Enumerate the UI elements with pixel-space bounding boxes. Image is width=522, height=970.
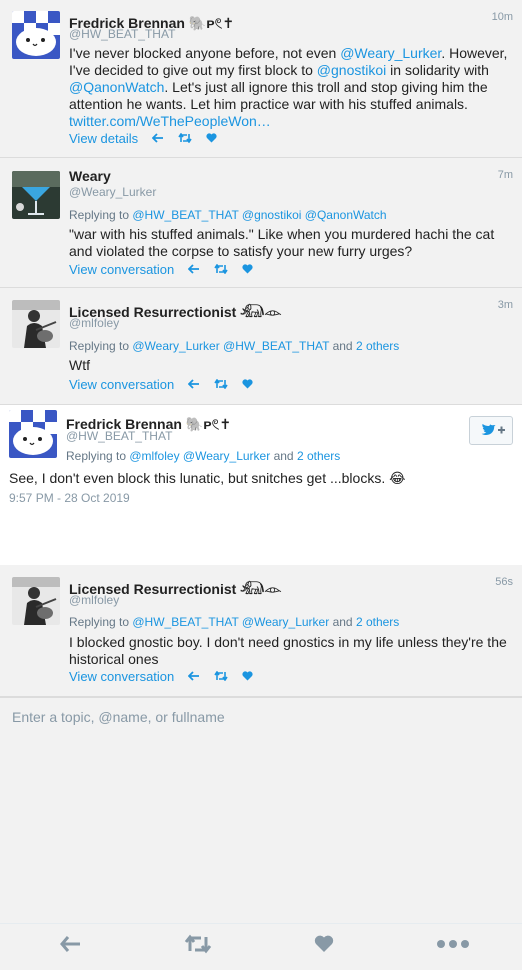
retweet-icon[interactable] [214, 378, 228, 392]
timestamp[interactable]: 7m [498, 169, 513, 181]
reply-others-link[interactable]: 2 others [297, 449, 340, 463]
tweet-actions: View conversation [69, 669, 253, 684]
user-handle[interactable]: @mlfoley [69, 316, 119, 330]
heart-icon[interactable] [242, 378, 253, 392]
tweet-text: I blocked gnostic boy. I don't need gnos… [69, 634, 507, 667]
more-icon[interactable] [436, 934, 470, 960]
display-name[interactable]: Weary [69, 168, 111, 184]
avatar[interactable] [9, 410, 57, 458]
tweet-card[interactable]: Fredrick Brennan 🐘ᴘ𓏲✝ @HW_BEAT_THAT 10m … [0, 0, 522, 158]
reply-others-link[interactable]: 2 others [356, 615, 399, 629]
tweet-text-part: I've never blocked anyone before, not ev… [69, 45, 341, 61]
heart-icon[interactable] [206, 132, 217, 146]
reply-mentions[interactable]: @HW_BEAT_THAT @gnostikoi @QanonWatch [132, 208, 386, 222]
replying-to: Replying to @Weary_Lurker @HW_BEAT_THAT … [69, 339, 399, 353]
tweet-card[interactable]: Licensed Resurrectionist 𓃰𓁹 @mlfoley 3m … [0, 288, 522, 405]
replying-to-and: and [329, 339, 356, 353]
reply-icon[interactable] [187, 670, 200, 684]
replying-to-prefix: Replying to [69, 208, 133, 222]
reply-mentions[interactable]: @HW_BEAT_THAT @Weary_Lurker [132, 615, 329, 629]
view-conversation-link[interactable]: View conversation [69, 669, 174, 684]
avatar[interactable] [12, 577, 60, 625]
reply-others-link[interactable]: 2 others [356, 339, 399, 353]
tweet-text: See, I don't even block this lunatic, bu… [9, 470, 406, 486]
tweet-action-bar [0, 923, 522, 970]
user-handle[interactable]: @mlfoley [69, 593, 119, 607]
search-input[interactable]: Enter a topic, @name, or fullname [12, 709, 225, 725]
heart-icon[interactable] [242, 670, 253, 684]
replying-to: Replying to @HW_BEAT_THAT @Weary_Lurker … [69, 615, 399, 629]
tweet-text: I've never blocked anyone before, not ev… [69, 45, 510, 130]
tweet-card[interactable]: Licensed Resurrectionist 𓃰𓁹 @mlfoley 56s… [0, 565, 522, 697]
expanded-tweet: Fredrick Brennan 🐘ᴘ𓏲✝ @HW_BEAT_THAT Repl… [0, 405, 522, 954]
reply-icon[interactable] [59, 934, 83, 960]
user-handle[interactable]: @HW_BEAT_THAT [69, 27, 175, 41]
mention-link[interactable]: @QanonWatch [69, 79, 164, 95]
view-conversation-link[interactable]: View conversation [69, 377, 174, 392]
heart-icon[interactable] [314, 934, 334, 960]
twitter-bird-plus-icon [478, 422, 506, 443]
retweet-icon[interactable] [178, 132, 192, 146]
heart-icon[interactable] [242, 263, 253, 277]
timestamp[interactable]: 56s [495, 576, 513, 588]
reply-icon[interactable] [187, 378, 200, 392]
timestamp[interactable]: 3m [498, 299, 513, 311]
view-details-link[interactable]: View details [69, 131, 138, 146]
avatar[interactable] [12, 11, 60, 59]
replying-to-prefix: Replying to [66, 449, 130, 463]
mention-link[interactable]: @Weary_Lurker [340, 45, 441, 61]
tweet-text-part: in solidarity with [386, 62, 489, 78]
user-handle[interactable]: @Weary_Lurker [69, 185, 156, 199]
view-conversation-link[interactable]: View conversation [69, 262, 174, 277]
replying-to-and: and [270, 449, 297, 463]
replying-to-prefix: Replying to [69, 615, 133, 629]
replying-to-prefix: Replying to [69, 339, 133, 353]
tweet-actions: View conversation [69, 262, 253, 277]
avatar[interactable] [12, 300, 60, 348]
avatar[interactable] [12, 171, 60, 219]
replying-to-and: and [329, 615, 356, 629]
retweet-icon[interactable] [214, 670, 228, 684]
tweet-text: "war with his stuffed animals." Like whe… [69, 226, 495, 259]
reply-mentions[interactable]: @Weary_Lurker @HW_BEAT_THAT [132, 339, 329, 353]
retweet-icon[interactable] [214, 263, 228, 277]
tweet-card[interactable]: Weary @Weary_Lurker 7m Replying to @HW_B… [0, 158, 522, 288]
reply-mentions[interactable]: @mlfoley @Weary_Lurker [129, 449, 270, 463]
follow-button[interactable] [469, 416, 513, 445]
mention-link[interactable]: @gnostikoi [317, 62, 386, 78]
timestamp[interactable]: 10m [492, 11, 513, 23]
reply-icon[interactable] [187, 263, 200, 277]
reply-icon[interactable] [151, 132, 164, 146]
retweet-icon[interactable] [184, 934, 212, 960]
tweet-timestamp[interactable]: 9:57 PM - 28 Oct 2019 [9, 491, 130, 505]
replying-to: Replying to @mlfoley @Weary_Lurker and 2… [66, 449, 340, 463]
tweet-text: Wtf [69, 357, 90, 373]
search-bar[interactable]: Enter a topic, @name, or fullname [0, 697, 522, 736]
user-handle[interactable]: @HW_BEAT_THAT [66, 429, 172, 443]
replying-to: Replying to @HW_BEAT_THAT @gnostikoi @Qa… [69, 208, 387, 222]
tweet-actions: View conversation [69, 377, 253, 392]
tweet-actions: View details [69, 131, 217, 146]
url-link[interactable]: twitter.com/WeThePeopleWon… [69, 113, 271, 129]
